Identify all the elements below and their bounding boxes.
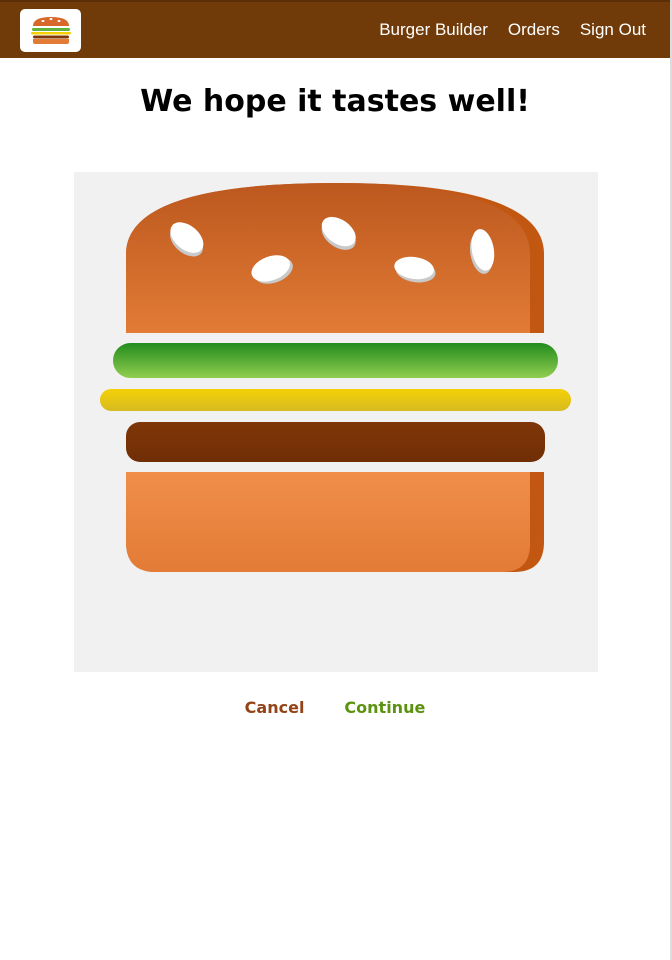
burger-preview [74,172,598,672]
meat-layer [126,422,545,462]
page: Burger Builder Orders Sign Out We hope i… [0,0,672,960]
order-actions: Cancel Continue [0,696,670,719]
salad-layer [113,343,558,378]
bread-bottom [126,472,544,572]
bread-top [126,183,544,333]
burger-logo-icon [30,17,71,44]
cheese-layer [100,389,571,411]
nav-item-orders[interactable]: Orders [498,2,570,58]
nav-item-burger-builder[interactable]: Burger Builder [369,2,498,58]
logo[interactable] [20,8,81,52]
page-title: We hope it tastes well! [140,84,530,119]
nav: Burger Builder Orders Sign Out [369,2,656,58]
toolbar: Burger Builder Orders Sign Out [0,0,670,58]
continue-button[interactable]: Continue [344,696,425,719]
nav-item-sign-out[interactable]: Sign Out [570,2,656,58]
burger-illustration [100,183,571,572]
cancel-button[interactable]: Cancel [245,696,305,719]
